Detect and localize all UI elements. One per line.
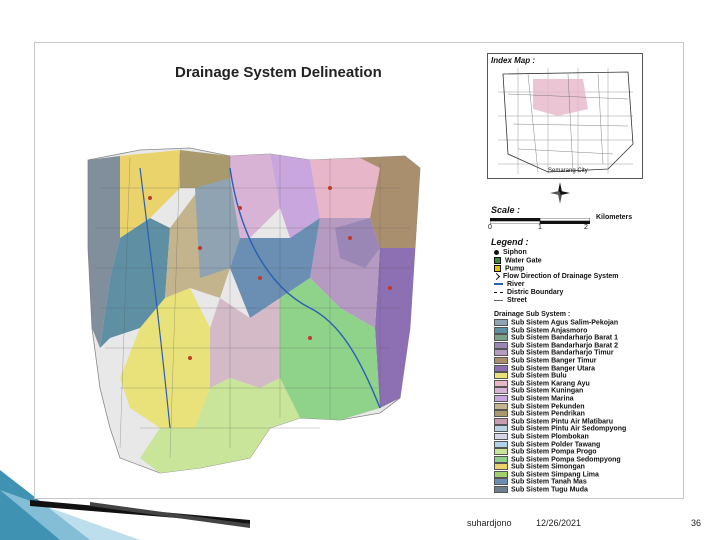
street-line-icon	[494, 299, 503, 301]
subsystem-label: Sub Sistem Anjasmoro	[511, 326, 588, 334]
subsystem-legend-item: Sub Sistem Banger Utara	[494, 364, 626, 373]
subsystem-swatch	[494, 417, 508, 425]
subsystem-list: Sub Sistem Agus Salim-Pekojan Sub Sistem …	[494, 319, 626, 494]
subsystem-label: Sub Sistem Kuningan	[511, 387, 584, 395]
legend-street: Street	[494, 297, 527, 305]
index-map: Index Map : Semarang City	[487, 53, 643, 179]
footer-page-number: 36	[691, 518, 702, 528]
subsystem-swatch	[494, 356, 508, 364]
subsystem-legend-item: Sub Sistem Marina	[494, 394, 626, 403]
subsystem-swatch	[494, 455, 508, 463]
siphon-dot-icon	[494, 249, 499, 255]
scale-unit: Kilometers	[596, 214, 633, 221]
subsystem-legend-item: Sub Sistem Tanah Mas	[494, 478, 626, 486]
legend-district-boundary: Distric Boundary	[494, 289, 563, 297]
subsystem-legend-item: Sub Sistem Plombokan	[494, 432, 626, 441]
subsystem-label: Sub Sistem Polder Tawang	[511, 440, 601, 448]
subsystem-swatch	[494, 379, 508, 387]
subsystem-label: Sub Sistem Bandarharjo Timur	[511, 349, 614, 357]
subsystem-swatch	[494, 349, 508, 357]
subsystem-legend-item: Sub Sistem Kuningan	[494, 387, 626, 395]
subsystem-swatch	[494, 364, 508, 372]
north-arrow-icon	[550, 182, 570, 204]
subsystem-swatch	[494, 326, 508, 334]
subsystem-label: Sub Sistem Pompa Progo	[511, 448, 597, 456]
subsystem-title: Drainage Sub System :	[494, 311, 571, 318]
water-gate-icon	[494, 257, 501, 264]
subsystem-swatch	[494, 394, 508, 402]
subsystem-label: Sub Sistem Plombokan	[511, 433, 589, 441]
flow-arrow-icon	[492, 272, 501, 280]
subsystem-label: Sub Sistem Marina	[511, 395, 574, 403]
subsystem-swatch	[494, 341, 508, 349]
subsystem-swatch	[494, 387, 508, 395]
subsystem-label: Sub Sistem Simpang Lima	[511, 471, 599, 479]
subsystem-swatch	[494, 440, 508, 448]
scale-tick-1: 1	[538, 224, 542, 231]
pump-icon	[494, 265, 501, 272]
subsystem-swatch	[494, 478, 508, 486]
subsystem-label: Sub Sistem Karang Ayu	[511, 380, 590, 388]
subsystem-label: Sub Sistem Agus Salim-Pekojan	[511, 319, 619, 327]
scale-tick-0: 0	[488, 224, 492, 231]
subsystem-legend-item: Sub Sistem Pompa Progo	[494, 448, 626, 456]
boundary-line-icon	[494, 291, 503, 293]
subsystem-swatch	[494, 410, 508, 418]
legend-title: Legend :	[491, 237, 529, 247]
subsystem-label: Sub Sistem Pintu Air Mlatibaru	[511, 418, 614, 426]
subsystem-label: Sub Sistem Tanah Mas	[511, 478, 587, 486]
footer-author: suhardjono	[467, 518, 512, 528]
subsystem-swatch	[494, 432, 508, 440]
subsystem-legend-item: Sub Sistem Bandarharjo Barat 2	[494, 341, 626, 350]
subsystem-legend-item: Sub Sistem Pekunden	[494, 402, 626, 411]
subsystem-legend-item: Sub Sistem Polder Tawang	[494, 440, 626, 449]
footer-date: 12/26/2021	[536, 518, 582, 528]
subsystem-swatch	[494, 372, 508, 380]
subsystem-swatch	[494, 402, 508, 410]
subsystem-swatch	[494, 470, 508, 478]
subsystem-label: Sub Sistem Pintu Air Sedompyong	[511, 425, 627, 433]
drainage-map	[87, 147, 421, 474]
subsystem-legend-item: Sub Sistem Bandarharjo Barat 1	[494, 334, 626, 342]
subsystem-swatch	[494, 463, 508, 471]
scale-tick-2: 2	[584, 224, 588, 231]
subsystem-swatch	[494, 334, 508, 342]
subsystem-swatch	[494, 319, 508, 326]
subsystem-label: Sub Sistem Simongan	[511, 463, 585, 471]
subsystem-legend-item: Sub Sistem Bulu	[494, 372, 626, 380]
subsystem-label: Sub Sistem Tugu Muda	[511, 486, 588, 494]
legend-siphon: Siphon	[494, 249, 527, 257]
subsystem-legend-item: Sub Sistem Pintu Air Sedompyong	[494, 425, 626, 433]
river-line-icon	[494, 283, 503, 286]
subsystem-legend-item: Sub Sistem Karang Ayu	[494, 379, 626, 388]
subsystem-label: Sub Sistem Banger Utara	[511, 364, 596, 372]
subsystem-label: Sub Sistem Pekunden	[511, 402, 585, 410]
scale-title: Scale :	[491, 205, 521, 215]
index-map-city-label: Semarang City	[548, 168, 588, 174]
zone-banger-utara	[375, 248, 415, 408]
subsystem-legend-item: Sub Sistem Pompa Sedompyong	[494, 455, 626, 464]
subsystem-legend-item: Sub Sistem Simongan	[494, 463, 626, 471]
subsystem-label: Sub Sistem Bulu	[511, 372, 567, 380]
subsystem-legend-item: Sub Sistem Pendrikan	[494, 410, 626, 418]
legend-river: River	[494, 281, 525, 289]
subsystem-label: Sub Sistem Bandarharjo Barat 1	[511, 334, 618, 342]
subsystem-legend-item: Sub Sistem Banger Timur	[494, 356, 626, 365]
subsystem-swatch	[494, 486, 508, 494]
subsystem-label: Sub Sistem Bandarharjo Barat 2	[511, 342, 618, 350]
subsystem-label: Sub Sistem Banger Timur	[511, 357, 597, 365]
subsystem-label: Sub Sistem Pompa Sedompyong	[511, 456, 621, 464]
slide-title: Drainage System Delineation	[175, 64, 382, 81]
legend-flow-direction: Flow Direction of Drainage System	[492, 272, 619, 281]
subsystem-label: Sub Sistem Pendrikan	[511, 410, 585, 418]
subsystem-legend-item: Sub Sistem Bandarharjo Timur	[494, 349, 626, 357]
index-map-grid	[498, 68, 634, 174]
subsystem-swatch	[494, 425, 508, 433]
subsystem-legend-item: Sub Sistem Anjasmoro	[494, 326, 626, 335]
subsystem-legend-item: Sub Sistem Simpang Lima	[494, 470, 626, 479]
subsystem-legend-item: Sub Sistem Agus Salim-Pekojan	[494, 319, 626, 327]
subsystem-legend-item: Sub Sistem Pintu Air Mlatibaru	[494, 417, 626, 426]
subsystem-legend-item: Sub Sistem Tugu Muda	[494, 486, 626, 494]
subsystem-swatch	[494, 448, 508, 456]
